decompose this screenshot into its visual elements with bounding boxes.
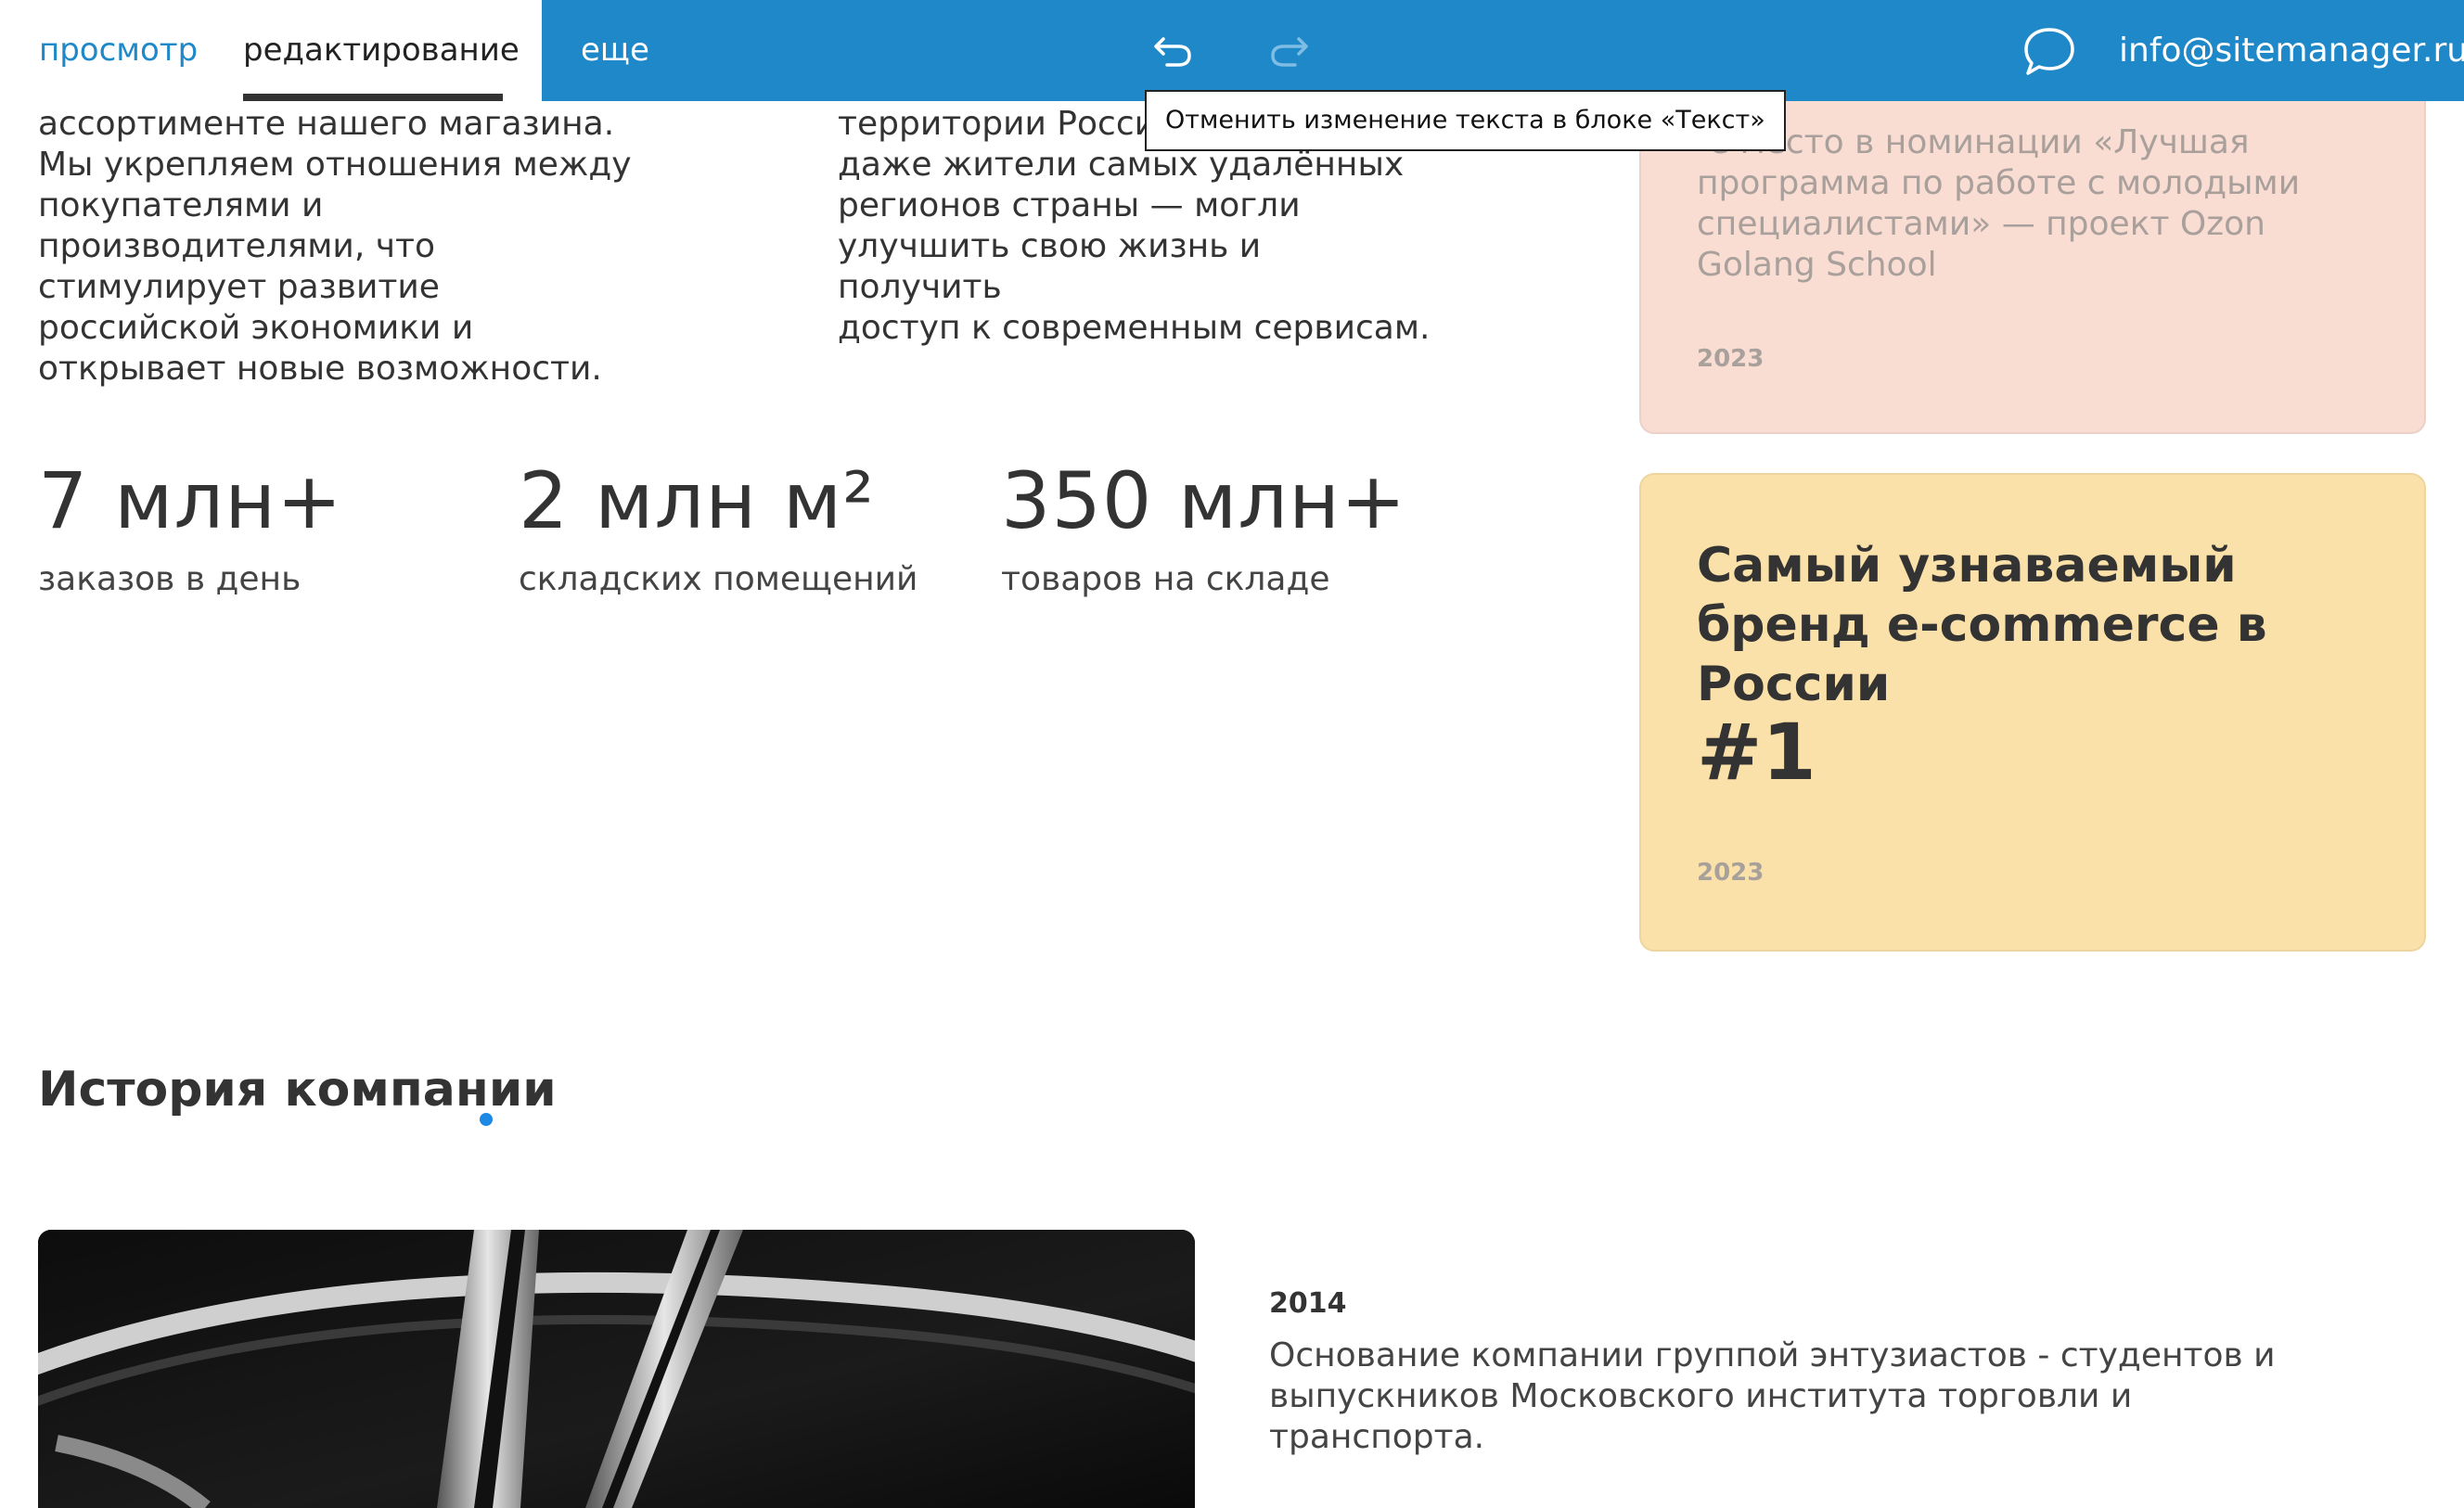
more-menu-button[interactable]: еще [581, 0, 649, 101]
editor-toolbar: просмотр редактирование еще info@siteman… [0, 0, 2464, 101]
award-card-year: 2023 [1697, 859, 1765, 887]
history-photo-wheel [38, 1230, 1195, 1508]
undo-tooltip: Отменить изменение текста в блоке «Текст… [1145, 90, 1786, 151]
history-item-text[interactable]: Основание компании группой энтузиастов -… [1269, 1335, 2336, 1458]
tab-view[interactable]: просмотр [39, 0, 198, 101]
stat-value: 7 млн+ [38, 455, 343, 546]
mode-tabs: просмотр редактирование [0, 0, 542, 101]
intro-left-paragraph[interactable]: ассортименте нашего магазина. Мы укрепля… [38, 104, 632, 390]
text-edit-cursor [480, 1113, 493, 1126]
wheel-rim-image [38, 1230, 1195, 1508]
award-card-title: Самый узнаваемый бренд e-commerce в Росс… [1697, 538, 2267, 712]
award-card-brand: Самый узнаваемый бренд e-commerce в Росс… [1639, 473, 2426, 952]
stat-label: товаров на складе [1001, 560, 1330, 598]
tab-edit[interactable]: редактирование [243, 0, 520, 101]
history-item-year[interactable]: 2014 [1269, 1287, 1347, 1320]
chat-bubble-icon[interactable] [2022, 24, 2076, 78]
stat-label: складских помещений [519, 560, 918, 598]
award-card-year: 2023 [1697, 345, 1765, 373]
undo-icon[interactable] [1150, 26, 1197, 72]
award-card-rank: #1 [1697, 707, 1816, 798]
intro-text-left[interactable]: ассортименте нашего магазина. Мы укрепля… [38, 104, 632, 390]
stat-warehouse: 2 млн м² складских помещений [519, 454, 918, 598]
stat-products: 350 млн+ товаров на складе [1001, 454, 1406, 598]
stat-value: 2 млн м² [519, 455, 875, 546]
redo-icon[interactable] [1265, 26, 1312, 72]
history-section-title[interactable]: История компании [38, 1062, 557, 1118]
stat-label: заказов в день [38, 560, 302, 598]
account-email-link[interactable]: info@sitemanager.ru [2119, 0, 2464, 101]
stat-orders: 7 млн+ заказов в день [38, 454, 343, 598]
active-tab-indicator [243, 94, 503, 101]
award-card-text: -е место в номинации «Лучшая программа п… [1697, 123, 2301, 284]
stat-value: 350 млн+ [1001, 455, 1407, 546]
